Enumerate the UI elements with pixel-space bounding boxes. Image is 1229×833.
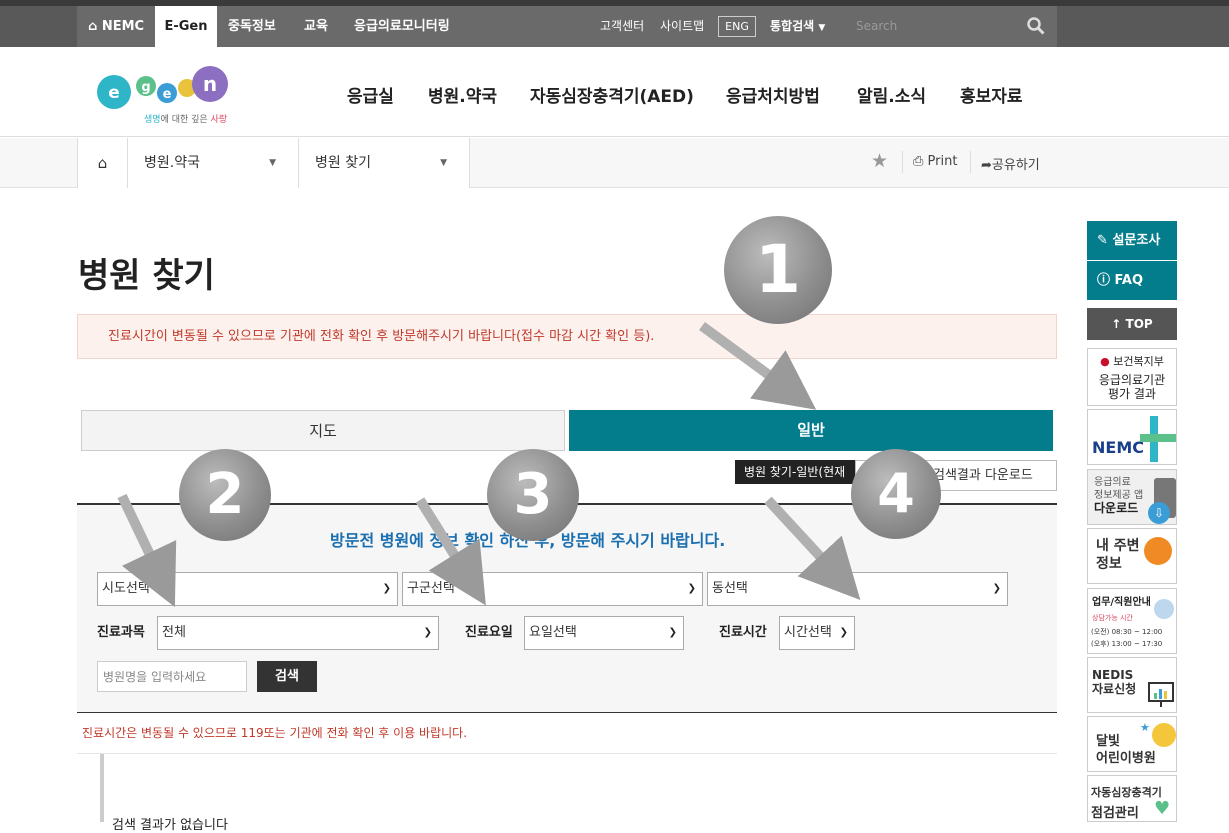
annotation-badge-1: 1 — [724, 216, 832, 324]
annotation-arrow-3 — [415, 497, 486, 606]
annotation-arrow-4 — [764, 496, 861, 601]
annotation-badge-3: 3 — [487, 449, 579, 541]
annotation-badge-4: 4 — [851, 449, 941, 539]
annotation-arrow-1 — [699, 321, 817, 410]
annotation-arrows — [117, 321, 861, 608]
annotation-badge-2: 2 — [179, 449, 271, 541]
annotation-arrow-2 — [117, 493, 177, 608]
